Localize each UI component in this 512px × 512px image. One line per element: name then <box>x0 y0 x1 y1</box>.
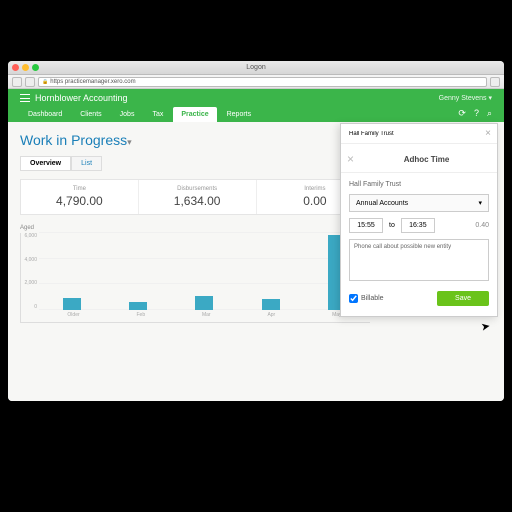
brand-name: Hornblower Accounting <box>35 93 128 103</box>
panel-search-input[interactable] <box>347 129 481 139</box>
save-button[interactable]: Save <box>437 291 489 306</box>
to-label: to <box>389 222 395 229</box>
account-select[interactable]: Annual Accounts▾ <box>349 194 489 212</box>
chart-bar <box>195 296 213 310</box>
aged-bar-chart: 6,0004,0002,0000 OlderFebMarAprMay <box>20 233 370 323</box>
time-from-input[interactable] <box>349 218 383 233</box>
url-text: https practicemanager.xero.com <box>50 79 135 85</box>
refresh-icon[interactable]: ⟳ <box>458 108 466 119</box>
tab-jobs[interactable]: Jobs <box>112 107 143 122</box>
kpi-disbursements: Disbursements1,634.00 <box>139 180 257 214</box>
tab-clients[interactable]: Clients <box>72 107 109 122</box>
subtab-list[interactable]: List <box>71 156 102 171</box>
reader-button[interactable] <box>490 77 500 87</box>
main-nav: Dashboard Clients Jobs Tax Practice Repo… <box>8 107 504 122</box>
browser-toolbar: 🔒https practicemanager.xero.com <box>8 75 504 89</box>
subtab-overview[interactable]: Overview <box>20 156 71 171</box>
tab-reports[interactable]: Reports <box>219 107 260 122</box>
user-menu[interactable]: Genny Stevens ▾ <box>439 94 492 102</box>
chart-bar <box>63 298 81 310</box>
chart-bar <box>129 302 147 310</box>
adhoc-time-panel: × × Adhoc Time Hall Family Trust Annual … <box>340 123 498 317</box>
billable-checkbox[interactable]: Billable <box>349 294 384 303</box>
tab-practice[interactable]: Practice <box>173 107 216 122</box>
help-icon[interactable]: ? <box>474 108 479 119</box>
lock-icon: 🔒 <box>42 79 48 85</box>
panel-title: Adhoc Time <box>362 155 491 164</box>
kpi-time: Time4,790.00 <box>21 180 139 214</box>
aged-label: Aged <box>20 225 34 231</box>
chevron-down-icon: ▾ <box>478 199 482 207</box>
window-titlebar: Logon <box>8 61 504 75</box>
search-icon[interactable]: ⌕ <box>487 108 492 119</box>
url-input[interactable]: 🔒https practicemanager.xero.com <box>38 77 487 87</box>
panel-close-icon[interactable]: × <box>347 152 354 166</box>
back-button[interactable] <box>12 77 22 87</box>
panel-search-close-icon[interactable]: × <box>485 128 491 139</box>
time-to-input[interactable] <box>401 218 435 233</box>
menu-icon[interactable] <box>20 94 30 102</box>
note-textarea[interactable]: Phone call about possible new entity <box>349 239 489 281</box>
tab-tax[interactable]: Tax <box>144 107 171 122</box>
app-header: Hornblower Accounting Genny Stevens ▾ <box>8 89 504 107</box>
tab-dashboard[interactable]: Dashboard <box>20 107 70 122</box>
window-title: Logon <box>8 64 504 71</box>
chart-bar <box>262 299 280 310</box>
forward-button[interactable] <box>25 77 35 87</box>
panel-client-name: Hall Family Trust <box>349 181 489 188</box>
duration-value: 0.40 <box>475 222 489 229</box>
